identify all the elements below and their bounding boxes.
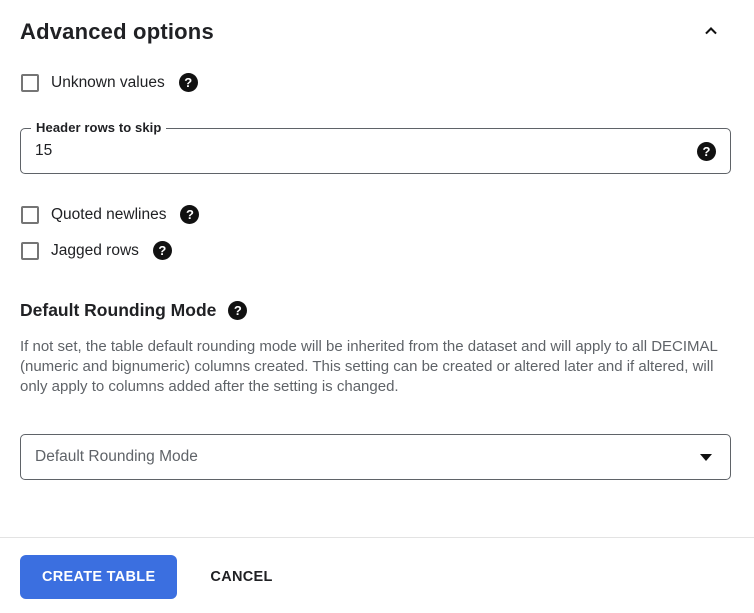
header-rows-field: Header rows to skip ? [20,120,731,174]
rounding-mode-help-icon[interactable]: ? [228,301,248,320]
unknown-values-checkbox[interactable] [21,73,39,92]
section-header: Advanced options [20,18,731,46]
unknown-values-label: Unknown values [51,73,165,91]
dropdown-arrow-icon [700,453,712,461]
section-title: Advanced options [20,19,214,44]
quoted-newlines-label: Quoted newlines [51,205,167,223]
header-rows-help-icon[interactable]: ? [697,141,716,161]
quoted-newlines-help-icon[interactable]: ? [180,205,200,224]
jagged-rows-row[interactable]: Jagged rows ? [20,241,731,260]
create-table-button[interactable]: CREATE TABLE [20,555,178,599]
header-rows-field-label: Header rows to skip [31,120,167,135]
quoted-newlines-checkbox[interactable] [21,205,39,224]
collapse-section-button[interactable] [697,18,725,46]
csv-options-group: Quoted newlines ? Jagged rows ? [20,205,731,260]
advanced-options-panel: Advanced options Unknown values ? Header… [0,0,754,599]
rounding-mode-select-placeholder: Default Rounding Mode [35,448,198,465]
unknown-values-help-icon[interactable]: ? [178,73,198,92]
header-rows-input[interactable] [21,129,697,173]
rounding-mode-heading-row: Default Rounding Mode ? [20,300,731,321]
action-bar: CREATE TABLE CANCEL [20,555,731,599]
chevron-up-icon [700,20,722,45]
footer-divider [0,537,754,538]
cancel-button[interactable]: CANCEL [210,569,272,585]
jagged-rows-help-icon[interactable]: ? [152,241,172,260]
quoted-newlines-row[interactable]: Quoted newlines ? [20,205,731,224]
unknown-values-row[interactable]: Unknown values ? [20,73,731,92]
rounding-mode-select[interactable]: Default Rounding Mode [20,434,731,480]
rounding-mode-heading: Default Rounding Mode [20,300,217,320]
jagged-rows-checkbox[interactable] [21,241,39,260]
jagged-rows-label: Jagged rows [51,241,139,259]
rounding-mode-description: If not set, the table default rounding m… [20,338,718,395]
